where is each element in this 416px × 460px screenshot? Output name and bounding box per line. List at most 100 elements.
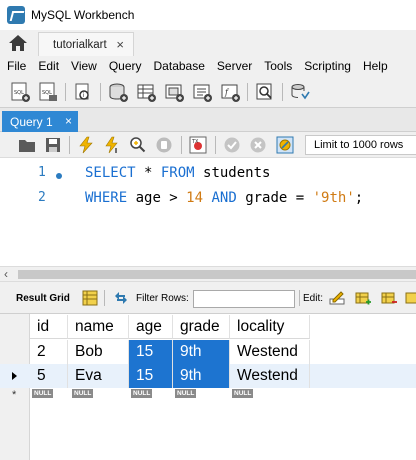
- menu-view[interactable]: View: [64, 59, 97, 73]
- cell-locality[interactable]: Westend: [230, 340, 310, 364]
- refresh-icon[interactable]: [113, 290, 129, 306]
- null-badge[interactable]: NULL: [32, 389, 54, 398]
- null-badge[interactable]: NULL: [175, 389, 197, 398]
- workbench-logo-icon: [7, 6, 25, 24]
- toolbar-separator: [282, 83, 283, 101]
- column-header-age[interactable]: age: [129, 315, 173, 339]
- delete-row-icon[interactable]: [381, 290, 397, 306]
- connection-tab-bar: tutorialkart ×: [0, 30, 416, 56]
- stop-icon[interactable]: [155, 136, 173, 154]
- more-actions-icon[interactable]: [405, 290, 416, 306]
- window-title: MySQL Workbench: [31, 8, 135, 22]
- save-icon[interactable]: [44, 136, 62, 154]
- toolbar-separator: [247, 83, 248, 101]
- close-icon[interactable]: ×: [65, 114, 72, 128]
- column-header-grade[interactable]: grade: [173, 315, 230, 339]
- menu-tools[interactable]: Tools: [257, 59, 292, 73]
- menu-scripting[interactable]: Scripting: [297, 59, 351, 73]
- column-header-id[interactable]: id: [30, 315, 68, 339]
- cell-name[interactable]: Bob: [68, 340, 129, 364]
- line-number: 1: [38, 165, 46, 180]
- sql-editor[interactable]: 1 SELECT * FROM students 2 WHERE age > 1…: [0, 158, 416, 266]
- cell-id[interactable]: 2: [30, 340, 68, 364]
- table-row[interactable]: 2 Bob 15 9th Westend: [0, 340, 416, 364]
- toolbar-separator: [104, 290, 105, 306]
- null-badge[interactable]: NULL: [131, 389, 153, 398]
- cell-age[interactable]: 15: [129, 364, 173, 388]
- sql-keyword: FROM: [160, 165, 195, 181]
- query-tab-label: Query 1: [10, 114, 53, 129]
- open-sql-script-icon[interactable]: SQL: [37, 81, 59, 103]
- menu-server[interactable]: Server: [210, 59, 252, 73]
- line-number: 2: [38, 190, 46, 205]
- table-row[interactable]: 5 Eva 15 9th Westend: [0, 364, 416, 388]
- sql-editor-toolbar: TX Limit to 1000 rows: [0, 132, 416, 158]
- insert-row-icon[interactable]: [355, 290, 371, 306]
- svg-text:SQL: SQL: [14, 90, 24, 96]
- create-procedure-icon[interactable]: [191, 81, 213, 103]
- new-row-marker: *: [12, 389, 17, 401]
- cell-grade[interactable]: 9th: [173, 340, 230, 364]
- home-icon[interactable]: [7, 34, 29, 52]
- new-sql-tab-icon[interactable]: SQL: [9, 81, 31, 103]
- column-header-name[interactable]: name: [68, 315, 129, 339]
- open-folder-icon[interactable]: [18, 136, 36, 154]
- null-badge[interactable]: NULL: [232, 389, 254, 398]
- toolbar-separator: [299, 290, 300, 306]
- toggle-autocommit-icon[interactable]: TX: [189, 136, 207, 154]
- inspector-icon[interactable]: i: [72, 81, 94, 103]
- menu-help[interactable]: Help: [356, 59, 388, 73]
- search-table-data-icon[interactable]: [254, 81, 276, 103]
- commit-icon[interactable]: [223, 136, 241, 154]
- code-text: SELECT * FROM students: [85, 165, 270, 181]
- create-schema-icon[interactable]: [107, 81, 129, 103]
- result-grid-label[interactable]: Result Grid: [16, 293, 70, 304]
- sql-text: ;: [354, 190, 364, 206]
- cell-age[interactable]: 15: [129, 340, 173, 364]
- scrollbar-thumb[interactable]: [18, 270, 416, 279]
- menu-edit[interactable]: Edit: [31, 59, 59, 73]
- cell-grade[interactable]: 9th: [173, 364, 230, 388]
- create-table-icon[interactable]: [135, 81, 157, 103]
- svg-text:TX: TX: [191, 139, 199, 145]
- create-function-icon[interactable]: f: [219, 81, 241, 103]
- limit-rows-select[interactable]: Limit to 1000 rows: [305, 135, 416, 155]
- connection-tab-label: tutorialkart: [53, 38, 107, 51]
- toolbar-separator: [181, 136, 182, 154]
- cell-id[interactable]: 5: [30, 364, 68, 388]
- edit-row-icon[interactable]: [329, 290, 345, 306]
- execute-icon[interactable]: [77, 136, 95, 154]
- toggle-continue-on-error-icon[interactable]: [276, 136, 294, 154]
- statement-marker-icon: [56, 173, 62, 179]
- menu-file[interactable]: File: [0, 59, 26, 73]
- cell-locality[interactable]: Westend: [230, 364, 310, 388]
- reconnect-icon[interactable]: [289, 81, 311, 103]
- menu-database[interactable]: Database: [147, 59, 205, 73]
- tab-query-1[interactable]: Query 1 ×: [2, 111, 78, 132]
- toolbar-separator: [215, 136, 216, 154]
- code-line: 2 WHERE age > 14 AND grade = '9th';: [0, 187, 416, 209]
- column-header-locality[interactable]: locality: [230, 315, 310, 339]
- execute-current-icon[interactable]: [103, 136, 121, 154]
- explain-icon[interactable]: [129, 136, 147, 154]
- sql-text: age >: [127, 190, 187, 206]
- toolbar-separator: [69, 136, 70, 154]
- new-row[interactable]: * NULL NULL NULL NULL NULL: [0, 388, 416, 402]
- cell-name[interactable]: Eva: [68, 364, 129, 388]
- rollback-icon[interactable]: [249, 136, 267, 154]
- close-icon[interactable]: ×: [116, 37, 124, 52]
- filter-rows-input[interactable]: [193, 290, 295, 308]
- create-view-icon[interactable]: [163, 81, 185, 103]
- scroll-left-icon[interactable]: ‹: [4, 267, 8, 281]
- editor-horizontal-scrollbar[interactable]: ‹: [0, 266, 416, 282]
- grid-view-icon[interactable]: [82, 290, 98, 306]
- query-tab-bar: Query 1 ×: [0, 108, 416, 132]
- connection-tab[interactable]: tutorialkart ×: [38, 32, 134, 56]
- sql-keyword: AND: [211, 190, 237, 206]
- null-badge[interactable]: NULL: [72, 389, 94, 398]
- main-toolbar: SQL SQL i f: [0, 76, 416, 108]
- sql-text: *: [135, 165, 161, 181]
- filter-rows-label: Filter Rows:: [136, 293, 189, 304]
- edit-label: Edit:: [303, 293, 324, 304]
- menu-query[interactable]: Query: [102, 59, 142, 73]
